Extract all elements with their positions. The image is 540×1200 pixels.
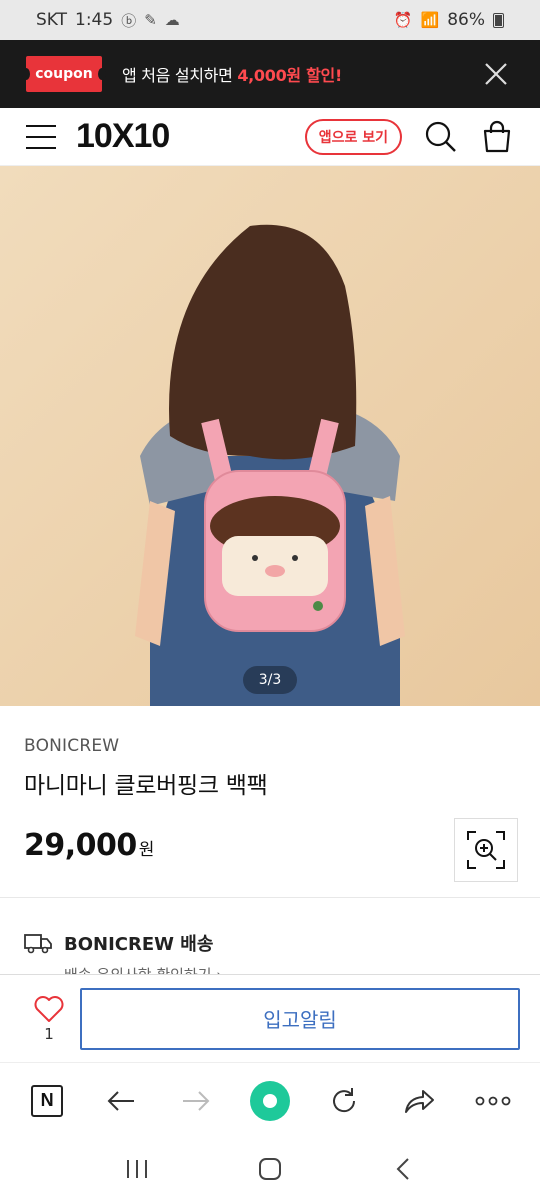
coupon-discount: 4,000원 할인! — [237, 66, 342, 85]
zoom-in-icon — [467, 831, 505, 869]
home-button[interactable] — [250, 1149, 290, 1189]
price-currency: 원 — [138, 840, 155, 860]
more-dots-icon — [475, 1096, 511, 1105]
heart-icon — [34, 995, 64, 1022]
battery-percent: 86% — [447, 10, 485, 30]
wishlist-button[interactable]: 1 — [22, 995, 76, 1043]
product-title: 마니마니 클로버핑크 백팩 — [24, 773, 268, 799]
purchase-action-bar: 1 입고알림 — [0, 974, 540, 1062]
notification-icon: ✎ — [144, 11, 157, 29]
arrow-right-icon — [182, 1090, 210, 1111]
coupon-banner[interactable]: coupon 앱 처음 설치하면 4,000원 할인! — [0, 40, 540, 108]
share-icon — [404, 1089, 434, 1113]
open-in-app-button[interactable]: 앱으로 보기 — [304, 118, 402, 155]
wish-count: 1 — [44, 1024, 54, 1043]
coupon-badge: coupon — [22, 56, 106, 92]
naver-n-icon: N — [31, 1084, 64, 1117]
android-nav-bar — [0, 1138, 540, 1200]
shipping-label: BONICREW 배송 — [64, 934, 214, 955]
price-row: 29,000 원 — [24, 828, 516, 863]
coupon-text: 앱 처음 설치하면 4,000원 할인! — [122, 62, 342, 86]
search-icon[interactable] — [424, 120, 458, 154]
alarm-icon: ⏰ — [393, 11, 413, 29]
back-button[interactable] — [99, 1079, 143, 1123]
price-value: 29,000 — [24, 828, 137, 863]
close-icon[interactable] — [482, 60, 510, 88]
recent-apps-icon — [126, 1160, 147, 1178]
back-nav-button[interactable] — [383, 1149, 423, 1189]
site-header: 10X10 앱으로 보기 — [0, 108, 540, 166]
coupon-text-prefix: 앱 처음 설치하면 — [122, 66, 238, 85]
battery-icon — [493, 12, 504, 28]
shipping-notice-link[interactable]: 배송 유의사항 확인하기 › — [64, 964, 516, 974]
truck-icon — [24, 934, 52, 954]
more-options-button[interactable] — [471, 1079, 515, 1123]
recent-apps-button[interactable] — [117, 1149, 157, 1189]
arrow-left-icon — [108, 1090, 135, 1111]
image-page-indicator: 3/3 — [243, 666, 297, 694]
restock-alert-button[interactable]: 입고알림 — [80, 987, 520, 1050]
shipping-row: BONICREW 배송 — [24, 930, 516, 956]
wifi-icon: 📶 — [420, 11, 440, 29]
status-right: ⏰ 📶 86% — [394, 10, 504, 30]
hamburger-menu-icon[interactable] — [26, 124, 56, 149]
status-bar: SKT 1:45 ⓑ ✎ ☁ ⏰ 📶 86% — [0, 0, 540, 40]
home-icon — [258, 1158, 281, 1180]
reload-button[interactable] — [322, 1079, 366, 1123]
notification-icon: ⓑ — [121, 11, 137, 30]
naver-home-button[interactable]: N — [25, 1079, 69, 1123]
child-backpack-photo — [0, 166, 540, 706]
shopping-bag-icon[interactable] — [480, 120, 514, 154]
brand-name[interactable]: BONICREW — [24, 736, 516, 756]
browser-home-button[interactable] — [248, 1079, 292, 1123]
clock: 1:45 — [75, 10, 114, 30]
site-logo[interactable]: 10X10 — [76, 117, 170, 156]
carrier-label: SKT — [36, 10, 68, 30]
forward-button[interactable] — [174, 1079, 218, 1123]
product-image[interactable]: 3/3 — [0, 166, 540, 706]
chevron-left-icon — [396, 1158, 410, 1180]
share-button[interactable] — [397, 1079, 441, 1123]
zoom-image-button[interactable] — [454, 818, 518, 882]
browser-toolbar: N — [0, 1062, 540, 1138]
green-circle-icon — [249, 1080, 290, 1121]
status-left: SKT 1:45 ⓑ ✎ ☁ — [36, 10, 180, 31]
cloud-icon: ☁ — [164, 11, 180, 29]
shipping-section: BONICREW 배송 배송 유의사항 확인하기 › — [0, 898, 540, 974]
product-info: BONICREW 마니마니 클로버핑크 백팩 29,000 원 — [0, 706, 540, 898]
refresh-icon — [333, 1087, 356, 1112]
